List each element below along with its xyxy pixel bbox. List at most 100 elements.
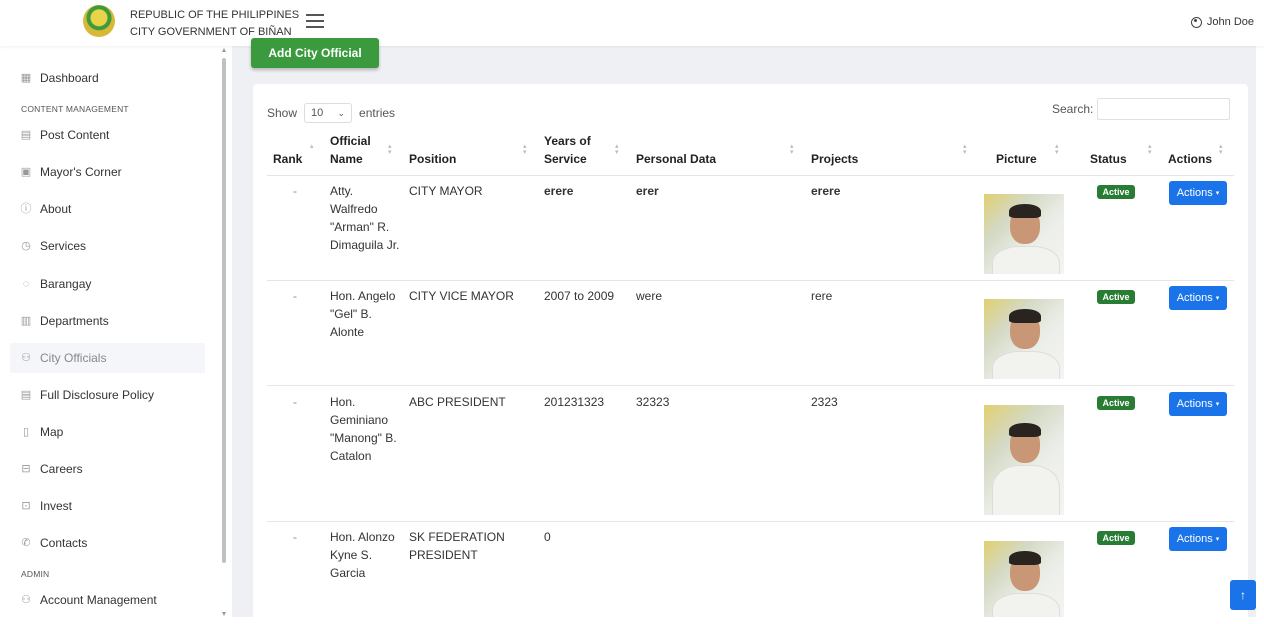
sidebar-item-label: Departments xyxy=(40,314,109,328)
section-heading-admin: ADMIN xyxy=(21,569,50,579)
sidebar-item-label: Barangay xyxy=(40,277,92,291)
official-photo xyxy=(984,405,1064,515)
briefcase-icon: ⊟ xyxy=(21,463,31,475)
sidebar-item-label: Services xyxy=(40,239,87,253)
sidebar-item-label: Careers xyxy=(40,462,83,476)
page-scrollbar[interactable] xyxy=(1256,46,1264,617)
sidebar-item-full-disclosure[interactable]: ▤ Full Disclosure Policy xyxy=(10,380,205,410)
newspaper-icon: ▤ xyxy=(20,129,32,141)
sort-icon: ▴ xyxy=(310,143,314,150)
header-divider xyxy=(267,175,1234,176)
search-label: Search: xyxy=(1052,102,1094,116)
grid-icon: ▦ xyxy=(20,72,32,84)
rank-cell: - xyxy=(293,184,297,198)
sidebar-item-careers[interactable]: ⊟ Careers xyxy=(10,454,205,484)
column-header-projects[interactable]: Projects xyxy=(811,150,858,168)
position-cell: CITY VICE MAYOR xyxy=(409,289,514,303)
arrow-up-icon: ↑ xyxy=(1240,588,1246,602)
sidebar-scrollbar[interactable] xyxy=(220,46,229,617)
sidebar-item-barangay[interactable]: ◌ Barangay xyxy=(10,269,205,299)
user-name: John Doe xyxy=(1206,16,1254,28)
status-badge: Active xyxy=(1097,290,1135,304)
sidebar-item-label: Invest xyxy=(40,499,73,513)
scroll-down-arrow-icon[interactable] xyxy=(222,612,226,616)
sidebar-item-mayors-corner[interactable]: ▣ Mayor's Corner xyxy=(10,157,205,187)
actions-dropdown-button[interactable]: Actions ▾ xyxy=(1169,286,1227,310)
sidebar-item-post-content[interactable]: ▤ Post Content xyxy=(10,120,205,150)
caret-down-icon: ▾ xyxy=(1215,295,1220,302)
top-bar: REPUBLIC OF THE PHILIPPINES CITY GOVERNM… xyxy=(0,0,1264,46)
caret-down-icon: ▾ xyxy=(1215,536,1220,543)
actions-dropdown-button[interactable]: Actions ▾ xyxy=(1169,527,1227,551)
sidebar-item-label: Full Disclosure Policy xyxy=(40,388,155,402)
city-seal-logo xyxy=(83,5,115,37)
entries-length-control: Show 10 ⌄ entries xyxy=(267,103,395,123)
phone-icon: ✆ xyxy=(21,537,31,549)
sidebar-item-map[interactable]: ▯ Map xyxy=(10,417,205,447)
official-name-cell: Atty. Walfredo "Arman" R. Dimaguila Jr. xyxy=(330,184,400,252)
info-icon: ⓘ xyxy=(20,203,32,215)
users-icon: ⚇ xyxy=(21,594,31,606)
position-cell: ABC PRESIDENT xyxy=(409,395,506,409)
add-city-official-button[interactable]: Add City Official xyxy=(251,38,379,68)
scroll-to-top-button[interactable]: ↑ xyxy=(1230,580,1256,610)
status-badge: Active xyxy=(1097,531,1135,545)
rank-cell: - xyxy=(293,530,297,544)
column-header-position[interactable]: Position xyxy=(409,150,456,168)
entries-label: entries xyxy=(359,106,396,120)
years-cell: 0 xyxy=(544,530,551,544)
search-input[interactable] xyxy=(1097,98,1231,120)
column-header-picture[interactable]: Picture xyxy=(996,150,1037,168)
user-menu[interactable]: John Doe xyxy=(1190,16,1254,28)
sidebar-item-city-officials[interactable]: ⚇ City Officials xyxy=(10,343,205,373)
actions-dropdown-button[interactable]: Actions ▾ xyxy=(1169,392,1227,416)
building-icon: ▥ xyxy=(20,315,32,327)
sidebar-item-label: Account Management xyxy=(40,593,157,607)
status-badge: Active xyxy=(1097,396,1135,410)
sidebar-item-dashboard[interactable]: ▦ Dashboard xyxy=(10,63,205,93)
column-header-status[interactable]: Status xyxy=(1090,150,1127,168)
years-cell: erere xyxy=(544,184,574,198)
projects-cell: rere xyxy=(811,289,833,303)
scroll-up-arrow-icon[interactable] xyxy=(222,48,226,52)
scrollbar-thumb[interactable] xyxy=(222,58,226,563)
sidebar-item-contacts[interactable]: ✆ Contacts xyxy=(10,528,205,558)
position-cell: CITY MAYOR xyxy=(409,184,483,198)
column-header-years-of-service[interactable]: Years of Service xyxy=(544,132,614,168)
entries-select[interactable]: 10 ⌄ xyxy=(304,103,353,123)
table-search: Search: xyxy=(1052,98,1231,120)
official-name-cell: Hon. Geminiano "Manong" B. Catalon xyxy=(330,395,397,463)
section-heading-content: CONTENT MANAGEMENT xyxy=(21,104,129,114)
sidebar-item-label: Map xyxy=(40,425,64,439)
official-photo xyxy=(984,194,1064,274)
org-line-2: CITY GOVERNMENT OF BIÑAN xyxy=(130,26,292,38)
sidebar-item-about[interactable]: ⓘ About xyxy=(10,194,205,224)
personal-data-cell: were xyxy=(636,289,663,303)
entries-value: 10 xyxy=(311,107,324,119)
sidebar-item-account-management[interactable]: ⚇ Account Management xyxy=(10,585,205,615)
map-icon: ▯ xyxy=(22,426,30,438)
map-pin-icon: ◌ xyxy=(22,278,30,290)
sort-icon: ▴ ▾ xyxy=(790,143,794,156)
column-header-official-name[interactable]: Official Name xyxy=(330,132,390,168)
column-header-personal-data[interactable]: Personal Data xyxy=(636,150,716,168)
personal-data-cell: erer xyxy=(636,184,659,198)
column-header-rank[interactable]: Rank xyxy=(273,150,302,168)
hamburger-menu-icon[interactable] xyxy=(306,14,324,28)
caret-down-icon: ▾ xyxy=(1215,401,1220,408)
rank-cell: - xyxy=(293,289,297,303)
years-cell: 201231323 xyxy=(544,395,605,409)
actions-label: Actions xyxy=(1176,533,1213,545)
sort-icon: ▴ ▾ xyxy=(615,143,619,156)
gear-circle-icon: ◷ xyxy=(21,240,31,252)
show-label: Show xyxy=(267,106,298,120)
actions-label: Actions xyxy=(1176,398,1213,410)
column-header-actions[interactable]: Actions xyxy=(1168,150,1212,168)
sort-icon: ▴ ▾ xyxy=(523,143,527,156)
sidebar-item-services[interactable]: ◷ Services xyxy=(10,231,205,261)
actions-dropdown-button[interactable]: Actions ▾ xyxy=(1169,181,1227,205)
sidebar-item-invest[interactable]: ⊡ Invest xyxy=(10,491,205,521)
row-divider xyxy=(267,280,1234,281)
official-photo xyxy=(984,299,1064,379)
sidebar-item-departments[interactable]: ▥ Departments xyxy=(10,306,205,336)
